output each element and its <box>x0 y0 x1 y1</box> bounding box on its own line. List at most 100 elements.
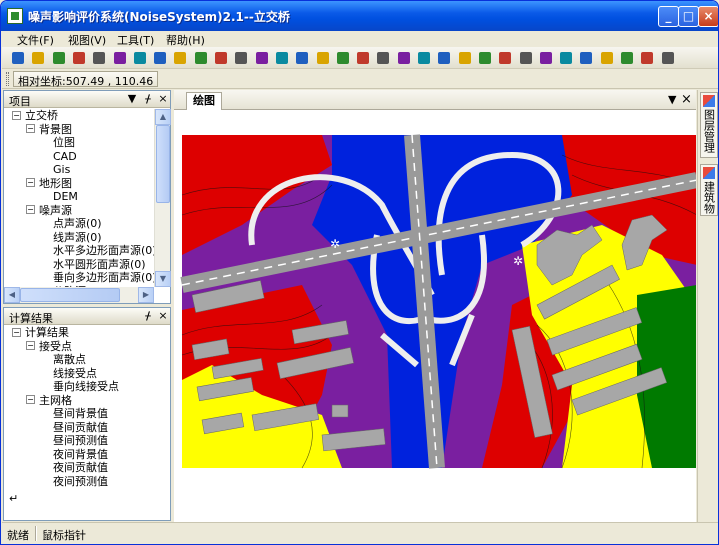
traffic-light-icon[interactable] <box>416 50 432 66</box>
scroll-left-icon[interactable]: ◀ <box>4 287 20 303</box>
pin-icon[interactable]: ᚋ <box>142 309 154 322</box>
new-icon[interactable] <box>10 50 26 66</box>
tree-node[interactable]: DEM <box>40 190 78 204</box>
tree-node[interactable]: CAD <box>40 150 77 164</box>
project-pane-close[interactable]: × <box>157 92 169 105</box>
tree-node[interactable]: 昼间贡献值 <box>40 421 108 435</box>
save-icon[interactable] <box>51 50 67 66</box>
tree-node[interactable]: 水平圆形面声源(0) <box>40 258 146 272</box>
chart-icon[interactable] <box>274 50 290 66</box>
minimize-button[interactable]: _ <box>658 6 679 27</box>
collapse-icon[interactable]: − <box>26 124 35 133</box>
tree-node[interactable]: − 接受点 <box>26 340 72 354</box>
run-icon[interactable] <box>639 50 655 66</box>
tree-node[interactable]: − 计算结果 <box>12 326 69 340</box>
train-icon[interactable] <box>436 50 452 66</box>
tree-node[interactable]: 水平多边形面声源(0) <box>40 244 157 258</box>
menu-file[interactable]: 文件(F) <box>13 32 58 48</box>
line-source-icon[interactable] <box>375 50 391 66</box>
full-extent-icon[interactable] <box>71 50 87 66</box>
building-icon[interactable] <box>497 50 513 66</box>
menu-view[interactable]: 视图(V) <box>64 32 110 48</box>
title-bar[interactable]: 噪声影响评价系统(NoiseSystem)2.1--立交桥 _ □ × <box>1 1 718 31</box>
point-source-icon[interactable] <box>355 50 371 66</box>
terrain-icon[interactable] <box>477 50 493 66</box>
car-icon[interactable] <box>396 50 412 66</box>
project-hscroll[interactable]: ◀ ▶ <box>4 287 154 303</box>
receiver-icon[interactable] <box>558 50 574 66</box>
scroll-up-icon[interactable]: ▲ <box>155 109 171 125</box>
tree-node[interactable]: − 地形图 <box>26 177 72 191</box>
tree-node[interactable]: 昼间背景值 <box>40 407 108 421</box>
tree-node[interactable]: Gis <box>40 163 70 177</box>
tree-node[interactable]: 线声源(0) <box>40 231 102 245</box>
maximize-button[interactable]: □ <box>678 6 699 27</box>
layers-icon[interactable] <box>619 50 635 66</box>
close-button[interactable]: × <box>698 6 718 27</box>
tree-node[interactable]: − 噪声源 <box>26 204 72 218</box>
scroll-right-icon[interactable]: ▶ <box>138 287 154 303</box>
collapse-icon[interactable]: − <box>26 178 35 187</box>
tree-node[interactable]: 夜间预测值 <box>40 475 108 489</box>
tree-node[interactable]: 点声源(0) <box>40 217 102 231</box>
tree-node[interactable]: 夜间贡献值 <box>40 461 108 475</box>
open-icon[interactable] <box>30 50 46 66</box>
window-title: 噪声影响评价系统(NoiseSystem)2.1--立交桥 <box>28 10 290 24</box>
bridge-icon[interactable] <box>335 50 351 66</box>
tree-node[interactable]: − 立交桥 <box>12 109 58 123</box>
collapse-icon[interactable]: − <box>26 395 35 404</box>
menu-help[interactable]: 帮助(H) <box>162 32 209 48</box>
tree-node[interactable]: − 背景图 <box>26 123 72 137</box>
scroll-thumb[interactable] <box>156 125 170 203</box>
rail-icon[interactable] <box>315 50 331 66</box>
hscroll-thumb[interactable] <box>20 288 120 302</box>
pin-icon[interactable]: ᚋ <box>142 92 154 105</box>
doc-menu-icon[interactable]: ▼ <box>668 93 676 106</box>
tree-node[interactable]: 线接受点 <box>40 367 97 381</box>
edit-icon[interactable] <box>152 50 168 66</box>
barrier-icon[interactable] <box>457 50 473 66</box>
zoom-out-icon[interactable] <box>112 50 128 66</box>
wind-icon[interactable] <box>578 50 594 66</box>
tree-node[interactable]: 离散点 <box>40 353 86 367</box>
drawing-canvas[interactable]: ✲ ✲ <box>174 110 699 522</box>
pan-icon[interactable] <box>172 50 188 66</box>
noise-contour-map[interactable]: ✲ ✲ <box>174 110 699 522</box>
tab-buildings[interactable]: 建筑物 <box>700 164 718 216</box>
tree-node[interactable]: 垂向多边形面声源(0) <box>40 271 157 285</box>
tab-drawing[interactable]: 绘图 <box>186 92 222 110</box>
measure-icon[interactable] <box>213 50 229 66</box>
collapse-icon[interactable]: − <box>12 327 21 337</box>
toolbar-grip[interactable] <box>6 72 9 86</box>
collapse-icon[interactable]: − <box>26 205 35 214</box>
select-icon[interactable] <box>132 50 148 66</box>
menu-tools[interactable]: 工具(T) <box>113 32 158 48</box>
results-pane-close[interactable]: × <box>157 309 169 322</box>
text-icon[interactable] <box>233 50 249 66</box>
buildings-label: 建筑物 <box>702 181 716 214</box>
tree-node[interactable]: 昼间预测值 <box>40 434 108 448</box>
tree-node[interactable]: − 主网格 <box>26 394 72 408</box>
tree-node[interactable]: 夜间背景值 <box>40 448 108 462</box>
scroll-down-icon[interactable]: ▼ <box>155 271 171 287</box>
tree-node-label: 地形图 <box>39 176 72 190</box>
doc-close-icon[interactable]: × <box>681 92 692 107</box>
tree-icon[interactable] <box>518 50 534 66</box>
grid-icon[interactable] <box>538 50 554 66</box>
road-icon[interactable] <box>294 50 310 66</box>
db-icon[interactable] <box>254 50 270 66</box>
pane-dropdown-icon[interactable]: ▼ <box>126 92 138 105</box>
zoom-in-icon[interactable] <box>91 50 107 66</box>
collapse-icon[interactable]: − <box>26 341 35 350</box>
identify-icon[interactable] <box>193 50 209 66</box>
report-icon[interactable] <box>660 50 676 66</box>
project-vscroll[interactable]: ▲ ▼ <box>154 109 171 287</box>
project-pane-header: 项目 ▼ ᚋ × <box>4 91 170 108</box>
car-icon-glyph <box>397 52 410 64</box>
tab-layer-manager[interactable]: 图层管理 <box>700 92 718 158</box>
tree-node[interactable]: 位图 <box>40 136 75 150</box>
menu-bar: 文件(F) 视图(V) 工具(T) 帮助(H) <box>2 31 718 47</box>
contour-icon[interactable] <box>599 50 615 66</box>
collapse-icon[interactable]: − <box>12 110 21 120</box>
tree-node[interactable]: 垂向线接受点 <box>40 380 119 394</box>
